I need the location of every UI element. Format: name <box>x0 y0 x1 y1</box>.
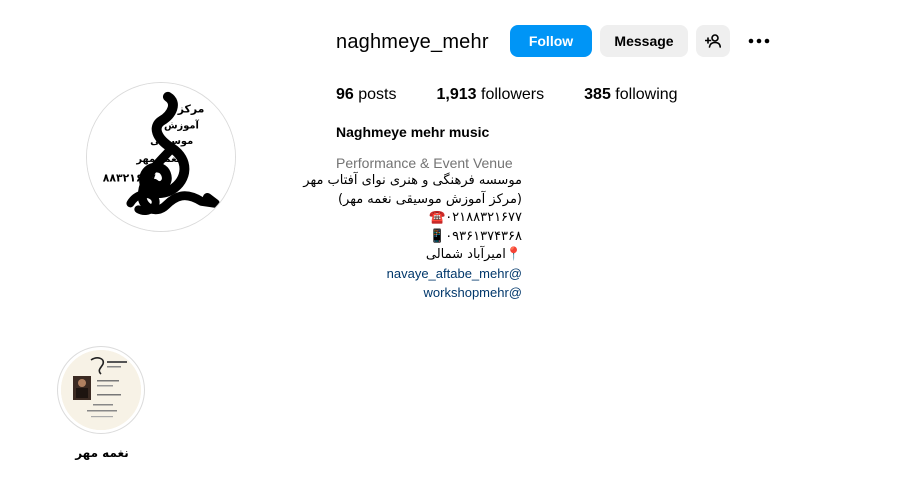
following-label: following <box>615 86 678 103</box>
svg-text:نغمه مهر: نغمه مهر <box>135 154 180 165</box>
svg-text:۸۸۳۲۱۶۷۷: ۸۸۳۲۱۶۷۷ <box>103 172 156 185</box>
bio-mention-link[interactable]: @workshopmehr <box>300 284 522 303</box>
profile-bio: موسسه فرهنگی و هنری نوای آفتاب مهر (مرکز… <box>300 172 522 302</box>
highlight-label: نغمه مهر <box>75 446 129 460</box>
message-button[interactable]: Message <box>600 25 688 57</box>
highlight-cover <box>61 350 141 430</box>
posts-count: 96 <box>336 86 354 103</box>
following-stat[interactable]: 385 following <box>584 86 677 104</box>
highlight-cover-image <box>61 350 141 430</box>
svg-text:مرکز: مرکز <box>177 103 205 116</box>
followers-count: 1,913 <box>436 86 477 103</box>
story-highlight[interactable]: نغمه مهر <box>57 346 147 460</box>
bio-line-mobile: ۰۹۳۶۱۳۷۴۳۶۸📱 <box>429 228 522 244</box>
profile-category: Performance & Event Venue <box>336 155 513 171</box>
followers-stat[interactable]: 1,913 followers <box>437 86 545 104</box>
bio-line-phone: ۰۲۱۸۸۳۲۱۶۷۷☎️ <box>429 210 522 226</box>
treble-clef-logo-icon: مرکز آموزش موسیقی نغمه مهر ۸۸۳۲۱۶۷۷ <box>87 83 235 231</box>
profile-username: naghmeye_mehr <box>336 31 489 53</box>
svg-text:آموزش: آموزش <box>164 118 200 131</box>
followers-label: followers <box>481 86 545 103</box>
profile-stats: 96 posts 1,913 followers 385 following <box>336 86 718 104</box>
person-add-icon <box>705 34 721 48</box>
posts-stat: 96 posts <box>336 86 397 104</box>
bio-line-location: 📍امیرآباد شمالی <box>425 247 522 263</box>
profile-full-name: Naghmeye mehr music <box>336 124 490 140</box>
suggest-users-button[interactable] <box>696 25 730 57</box>
following-count: 385 <box>584 86 611 103</box>
more-horizontal-icon <box>748 38 770 44</box>
options-button[interactable] <box>740 25 778 57</box>
profile-avatar[interactable]: مرکز آموزش موسیقی نغمه مهر ۸۸۳۲۱۶۷۷ <box>86 82 236 232</box>
svg-text:موسیقی: موسیقی <box>150 136 193 147</box>
follow-button[interactable]: Follow <box>510 25 592 57</box>
highlight-ring <box>57 346 145 434</box>
bio-mention-link[interactable]: @navaye_aftabe_mehr <box>300 265 522 284</box>
posts-label: posts <box>358 86 397 103</box>
bio-line: (مرکز آموزش موسیقی نغمه مهر) <box>337 191 522 207</box>
bio-line: موسسه فرهنگی و هنری نوای آفتاب مهر <box>303 173 522 188</box>
